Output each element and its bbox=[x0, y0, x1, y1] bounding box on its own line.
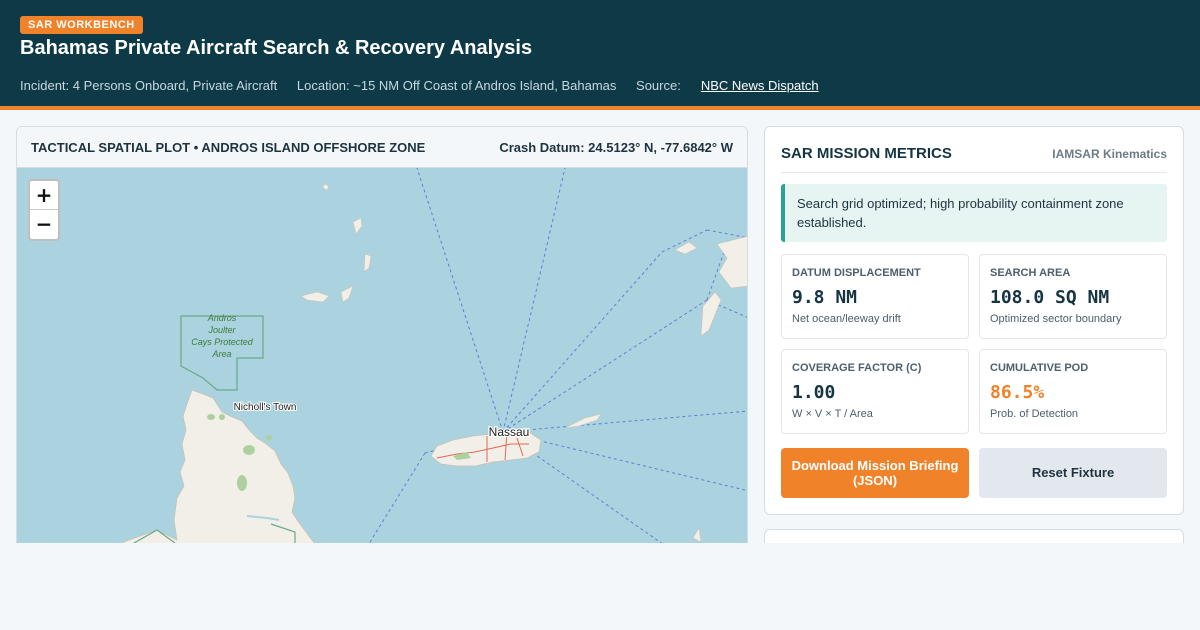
sector-line bbox=[416, 168, 504, 433]
download-briefing-button[interactable]: Download Mission Briefing (JSON) bbox=[781, 448, 969, 498]
metric-value: 108.0 SQ NM bbox=[990, 287, 1110, 308]
sector-line bbox=[367, 452, 426, 545]
park-label-line: Area bbox=[211, 349, 231, 359]
source-link[interactable]: NBC News Dispatch bbox=[701, 78, 819, 93]
park-label-line: Cays Protected bbox=[191, 337, 254, 347]
mission-metrics-panel: SAR MISSION METRICS IAMSAR Kinematics Se… bbox=[764, 126, 1184, 515]
metric-note: Optimized sector boundary bbox=[990, 313, 1122, 325]
metric-note: W × V × T / Area bbox=[792, 408, 873, 420]
metric-value: 9.8 NM bbox=[792, 287, 858, 308]
incident-meta: Incident: 4 Persons Onboard, Private Air… bbox=[20, 78, 819, 93]
app-badge: SAR WORKBENCH bbox=[20, 16, 143, 34]
metrics-title: SAR MISSION METRICS bbox=[781, 145, 952, 162]
zoom-out-button[interactable]: − bbox=[30, 210, 58, 239]
divider bbox=[781, 172, 1167, 173]
location-info: Location: ~15 NM Off Coast of Andros Isl… bbox=[296, 78, 617, 93]
andros-island bbox=[115, 389, 317, 545]
incident-info: Incident: 4 Persons Onboard, Private Air… bbox=[20, 78, 278, 93]
metric-card-datum-displacement: DATUM DISPLACEMENT 9.8 NM Net ocean/leew… bbox=[781, 254, 969, 339]
page-title: Bahamas Private Aircraft Search & Recove… bbox=[20, 37, 533, 59]
status-alert: Search grid optimized; high probability … bbox=[781, 184, 1167, 242]
zoom-control: + − bbox=[28, 179, 60, 241]
crash-datum: Crash Datum: 24.5123° N, -77.6842° W bbox=[499, 140, 733, 155]
sector-line bbox=[502, 299, 708, 433]
park-label-line: Andros bbox=[207, 313, 237, 323]
protected-area-label: Andros Joulter Cays Protected Area bbox=[191, 313, 254, 359]
metric-card-cumulative-pod: CUMULATIVE POD 86.5% Prob. of Detection bbox=[979, 349, 1167, 434]
metric-card-coverage-factor: COVERAGE FACTOR (C) 1.00 W × V × T / Are… bbox=[781, 349, 969, 434]
metrics-subtitle: IAMSAR Kinematics bbox=[1052, 147, 1167, 161]
park-label-line: Joulter bbox=[207, 325, 236, 335]
app-header: SAR WORKBENCH Bahamas Private Aircraft S… bbox=[0, 0, 1200, 110]
metric-card-search-area: SEARCH AREA 108.0 SQ NM Optimized sector… bbox=[979, 254, 1167, 339]
metric-label: DATUM DISPLACEMENT bbox=[792, 267, 921, 279]
source-label: Source: bbox=[636, 78, 681, 93]
metric-label: COVERAGE FACTOR (C) bbox=[792, 362, 922, 374]
sector-line bbox=[706, 229, 747, 239]
metric-label: SEARCH AREA bbox=[990, 267, 1071, 279]
metric-label: CUMULATIVE POD bbox=[990, 362, 1089, 374]
sector-line bbox=[502, 410, 747, 433]
northern-keys bbox=[300, 183, 747, 543]
map-title: TACTICAL SPATIAL PLOT • ANDROS ISLAND OF… bbox=[31, 140, 426, 155]
map-panel: TACTICAL SPATIAL PLOT • ANDROS ISLAND OF… bbox=[16, 126, 748, 546]
page-footer-area bbox=[0, 543, 1200, 630]
sector-line bbox=[502, 251, 663, 433]
zoom-in-button[interactable]: + bbox=[30, 181, 58, 210]
sector-line bbox=[502, 168, 566, 433]
map-canvas[interactable]: Andros Joulter Cays Protected Area Nicho… bbox=[17, 168, 747, 545]
metric-note: Net ocean/leeway drift bbox=[792, 313, 901, 325]
town-label: Nicholl's Town bbox=[234, 402, 297, 413]
reset-fixture-button[interactable]: Reset Fixture bbox=[979, 448, 1167, 498]
map-header: TACTICAL SPATIAL PLOT • ANDROS ISLAND OF… bbox=[17, 127, 747, 168]
metric-value: 86.5% bbox=[990, 382, 1045, 403]
city-label: Nassau bbox=[489, 425, 530, 439]
map-layer: Andros Joulter Cays Protected Area Nicho… bbox=[115, 168, 747, 545]
metric-note: Prob. of Detection bbox=[990, 408, 1079, 420]
search-sector-lines bbox=[367, 168, 747, 545]
metric-value: 1.00 bbox=[792, 382, 836, 403]
